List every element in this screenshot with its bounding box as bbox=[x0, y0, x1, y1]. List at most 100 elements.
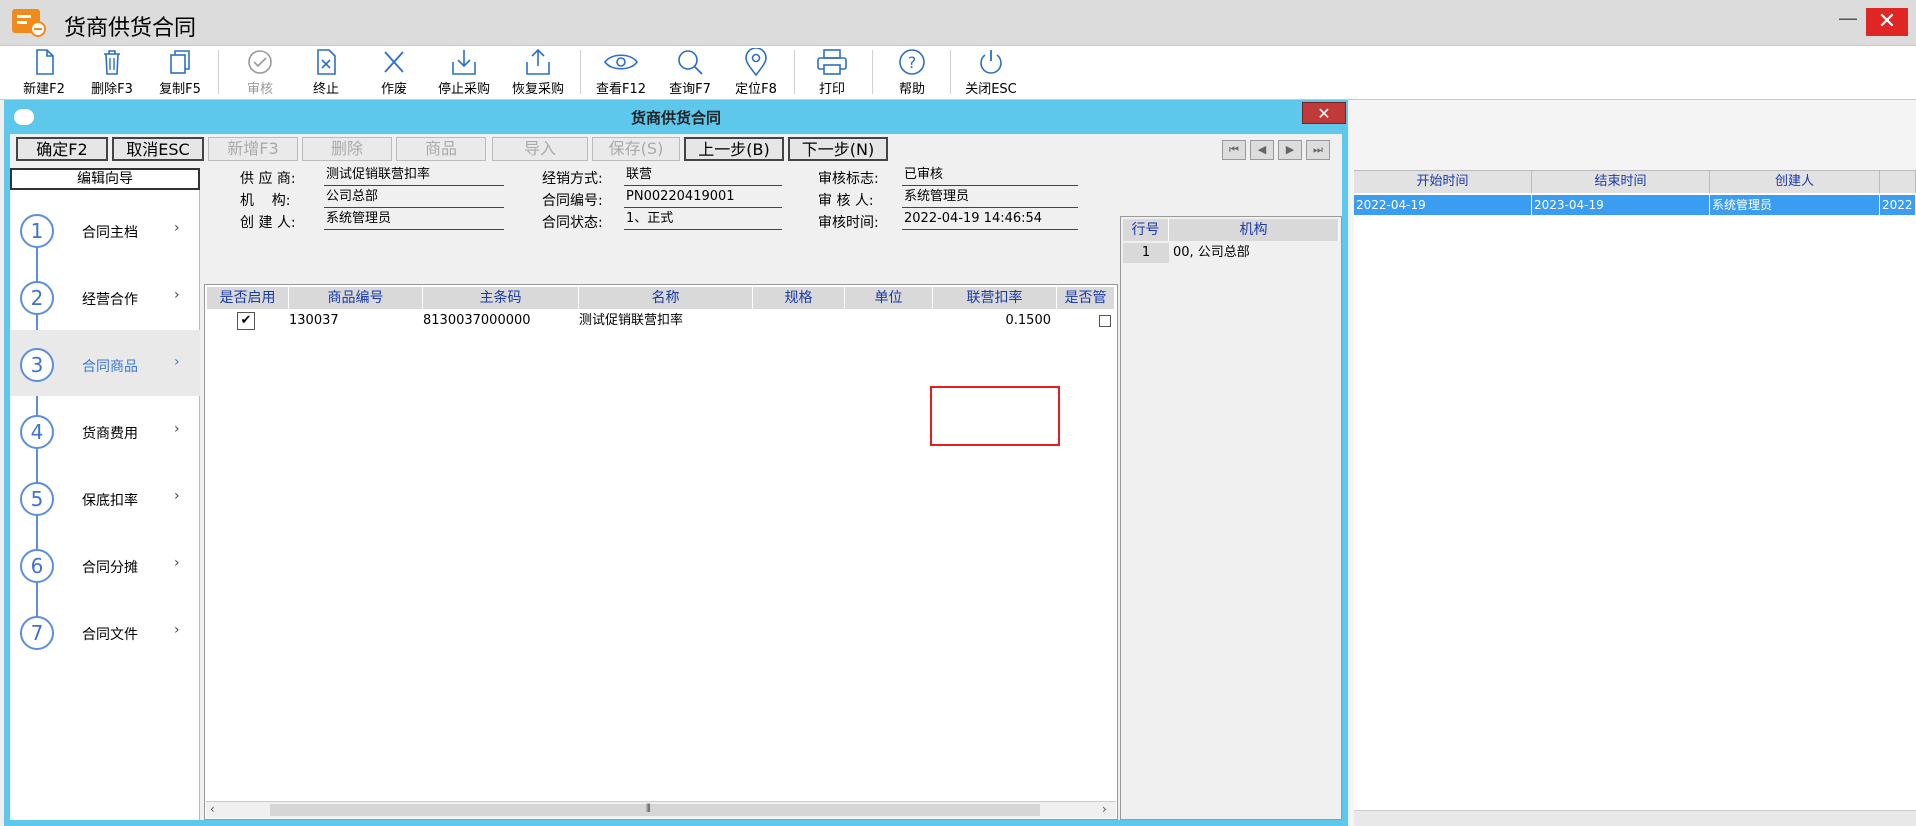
wizard-step-1[interactable]: 1 合同主档 › bbox=[10, 196, 200, 262]
step-number: 3 bbox=[20, 348, 54, 382]
x-icon bbox=[384, 51, 404, 73]
auditor-field[interactable]: 系统管理员 bbox=[902, 188, 1078, 208]
print-button[interactable]: 打印 bbox=[804, 48, 860, 97]
import-button[interactable]: 导入 bbox=[492, 137, 588, 161]
chevron-right-icon: › bbox=[174, 488, 180, 504]
close-esc-button[interactable]: 关闭ESC bbox=[960, 48, 1022, 97]
minimize-button[interactable]: — bbox=[1836, 8, 1860, 32]
bg-header-start[interactable]: 开始时间 bbox=[1354, 171, 1532, 193]
delete-row-button[interactable]: 删除 bbox=[302, 137, 392, 161]
prev-step-button[interactable]: 上一步(B) bbox=[684, 137, 784, 161]
dialog-close-button[interactable]: ✕ bbox=[1302, 102, 1346, 124]
next-record-icon[interactable]: ▶ bbox=[1278, 140, 1302, 160]
cancel-button[interactable]: 取消ESC bbox=[112, 137, 204, 161]
bg-header-creator[interactable]: 创建人 bbox=[1710, 171, 1880, 193]
scroll-right-icon[interactable]: › bbox=[1102, 802, 1107, 816]
managed-checkbox[interactable] bbox=[1099, 315, 1111, 327]
last-record-icon[interactable]: ⏭ bbox=[1306, 140, 1330, 160]
bg-horizontal-scrollbar[interactable] bbox=[1354, 810, 1916, 826]
org-label: 机 构: bbox=[240, 193, 291, 209]
app-titlebar: 货商供货合同 — ✕ bbox=[0, 0, 1916, 46]
header-managed[interactable]: 是否管 bbox=[1057, 287, 1115, 309]
cell-rate[interactable]: 0.1500 bbox=[933, 311, 1052, 331]
creator-label: 创 建 人: bbox=[240, 215, 296, 231]
query-button[interactable]: 查询F7 bbox=[662, 48, 718, 97]
header-rate[interactable]: 联营扣率 bbox=[933, 287, 1057, 309]
step-number: 5 bbox=[20, 482, 54, 516]
svg-text:?: ? bbox=[908, 53, 917, 72]
supplier-field[interactable]: 测试促销联营扣率 bbox=[324, 166, 504, 186]
prev-record-icon[interactable]: ◀ bbox=[1250, 140, 1274, 160]
sale-mode-field[interactable]: 联营 bbox=[624, 166, 782, 186]
wizard-step-4[interactable]: 4 货商费用 › bbox=[10, 397, 200, 463]
wizard-step-3[interactable]: 3 合同商品 › bbox=[10, 330, 200, 396]
bg-header-end[interactable]: 结束时间 bbox=[1532, 171, 1710, 193]
header-org[interactable]: 机构 bbox=[1169, 219, 1339, 241]
cell-code[interactable]: 130037 bbox=[289, 311, 423, 331]
bg-cell-start[interactable]: 2022-04-19 bbox=[1354, 195, 1532, 215]
cell-org[interactable]: 00, 公司总部 bbox=[1173, 243, 1339, 263]
cell-row-num[interactable]: 1 bbox=[1123, 243, 1169, 263]
goods-horizontal-scrollbar[interactable]: ‹ ⦀ › bbox=[206, 801, 1116, 818]
app-close-button[interactable]: ✕ bbox=[1866, 8, 1908, 36]
bg-cell-creator[interactable]: 系统管理员 bbox=[1710, 195, 1880, 215]
cell-unit[interactable] bbox=[845, 311, 933, 331]
org-grid: 行号 机构 1 00, 公司总部 bbox=[1120, 216, 1342, 820]
dialog-title: 货商供货合同 bbox=[630, 109, 721, 127]
contract-status-field[interactable]: 1、正式 bbox=[624, 210, 782, 230]
contract-no-label: 合同编号: bbox=[542, 193, 603, 209]
header-row-num[interactable]: 行号 bbox=[1123, 219, 1169, 241]
org-field[interactable]: 公司总部 bbox=[324, 188, 504, 208]
cell-spec[interactable] bbox=[753, 311, 845, 331]
header-name[interactable]: 名称 bbox=[579, 287, 753, 309]
cell-name[interactable]: 测试促销联营扣率 bbox=[579, 311, 753, 331]
new-button[interactable]: 新建F2 bbox=[16, 48, 72, 97]
audit-time-field[interactable]: 2022-04-19 14:46:54 bbox=[902, 210, 1078, 230]
view-button[interactable]: 查看F12 bbox=[590, 48, 652, 97]
step-label: 合同商品 bbox=[82, 359, 138, 375]
header-unit[interactable]: 单位 bbox=[845, 287, 933, 309]
step-label: 合同主档 bbox=[82, 225, 138, 241]
creator-field[interactable]: 系统管理员 bbox=[324, 210, 504, 230]
chevron-right-icon: › bbox=[174, 287, 180, 303]
wizard-step-7[interactable]: 7 合同文件 › bbox=[10, 598, 200, 664]
first-record-icon[interactable]: ⏮ bbox=[1222, 140, 1246, 160]
bg-cell-extra[interactable]: 2022 bbox=[1880, 195, 1916, 215]
resume-purchase-button[interactable]: 恢复采购 bbox=[506, 48, 570, 97]
terminate-button[interactable]: 终止 bbox=[298, 48, 354, 97]
save-button[interactable]: 保存(S) bbox=[592, 137, 680, 161]
next-step-button[interactable]: 下一步(N) bbox=[788, 137, 888, 161]
stop-purchase-button[interactable]: 停止采购 bbox=[432, 48, 496, 97]
supplier-label: 供 应 商: bbox=[240, 171, 296, 187]
bg-header-extra[interactable] bbox=[1880, 171, 1916, 193]
wizard-step-6[interactable]: 6 合同分摊 › bbox=[10, 531, 200, 597]
header-enabled[interactable]: 是否启用 bbox=[207, 287, 289, 309]
header-barcode[interactable]: 主条码 bbox=[423, 287, 579, 309]
scroll-thumb[interactable] bbox=[270, 804, 1040, 816]
header-spec[interactable]: 规格 bbox=[753, 287, 845, 309]
help-button[interactable]: ? 帮助 bbox=[884, 48, 940, 97]
scroll-left-icon[interactable]: ‹ bbox=[210, 802, 215, 816]
bg-cell-end[interactable]: 2023-04-19 bbox=[1532, 195, 1710, 215]
step-label: 保底扣率 bbox=[82, 493, 138, 509]
wizard-step-5[interactable]: 5 保底扣率 › bbox=[10, 464, 200, 530]
header-code[interactable]: 商品编号 bbox=[289, 287, 423, 309]
enabled-checkbox[interactable]: ✔ bbox=[237, 312, 255, 330]
delete-button[interactable]: 删除F3 bbox=[84, 48, 140, 97]
audit-button[interactable]: 审核 bbox=[232, 48, 288, 97]
audit-flag-field[interactable]: 已审核 bbox=[902, 166, 1078, 186]
locate-button[interactable]: 定位F8 bbox=[728, 48, 784, 97]
goods-button[interactable]: 商品 bbox=[396, 137, 486, 161]
dialog-body: 确定F2 取消ESC 新增F3 删除 商品 导入 保存(S) 上一步(B) 下一… bbox=[10, 134, 1342, 820]
cell-barcode[interactable]: 8130037000000 bbox=[423, 311, 579, 331]
wizard-step-2[interactable]: 2 经营合作 › bbox=[10, 263, 200, 329]
add-button[interactable]: 新增F3 bbox=[208, 137, 298, 161]
confirm-button[interactable]: 确定F2 bbox=[16, 137, 108, 161]
step-number: 7 bbox=[20, 616, 54, 650]
copy-button[interactable]: 复制F5 bbox=[152, 48, 208, 97]
check-circle-icon bbox=[248, 50, 272, 74]
contract-no-field[interactable]: PN00220419001 bbox=[624, 188, 782, 208]
void-button[interactable]: 作废 bbox=[366, 48, 422, 97]
upload-tray-icon bbox=[526, 48, 550, 75]
toolbar-separator bbox=[950, 50, 951, 94]
